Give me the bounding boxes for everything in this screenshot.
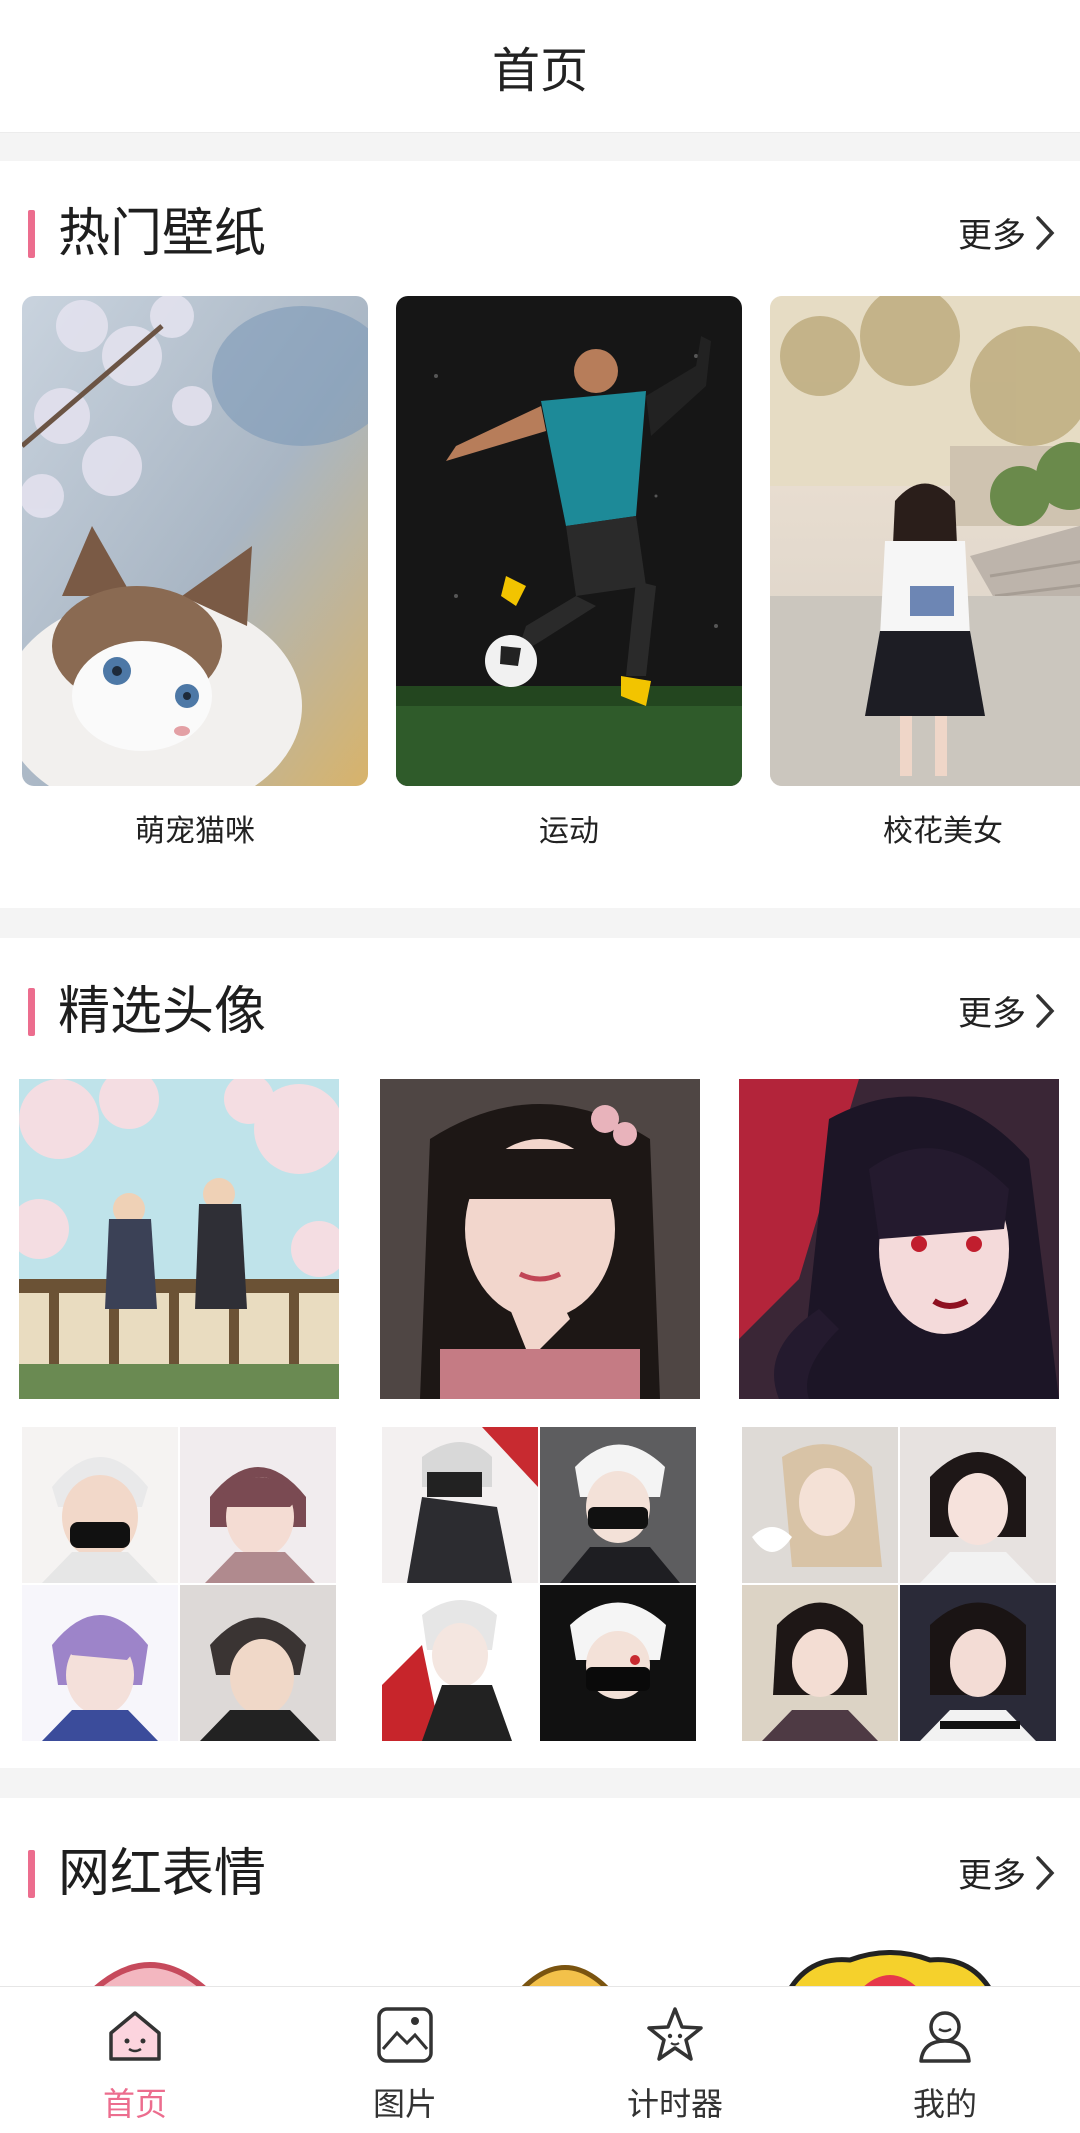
top-bar: 首页	[0, 0, 1080, 133]
nav-tab-images[interactable]: 图片	[270, 1987, 540, 2133]
more-button[interactable]: 更多	[958, 986, 1056, 1035]
nav-label: 我的	[912, 2085, 977, 2123]
avatar-tile[interactable]	[19, 1079, 339, 1399]
more-label: 更多	[958, 994, 1026, 1034]
wallpaper-image-cat	[22, 296, 368, 786]
section-divider	[0, 908, 1080, 938]
section-accent-bar	[28, 1850, 35, 1898]
section-header-avatars: 精选头像 更多	[0, 968, 1080, 1058]
wallpaper-caption: 校花美女	[883, 814, 1003, 849]
more-button[interactable]: 更多	[958, 1848, 1056, 1897]
wallpaper-image-sports	[396, 296, 742, 786]
image-icon	[377, 2007, 433, 2063]
section-title: 精选头像	[58, 982, 267, 1042]
more-label: 更多	[958, 216, 1026, 256]
section-title: 热门壁纸	[58, 204, 267, 264]
avatar-tile[interactable]	[382, 1427, 702, 1747]
more-button[interactable]: 更多	[958, 208, 1056, 257]
chevron-right-icon	[1036, 1855, 1055, 1890]
wallpaper-card[interactable]: 萌宠猫咪	[22, 296, 368, 850]
more-label: 更多	[958, 1856, 1026, 1896]
wallpaper-caption: 萌宠猫咪	[135, 814, 255, 849]
wallpaper-image-girl	[770, 296, 1080, 786]
section-header-stickers: 网红表情 更多	[0, 1830, 1080, 1920]
wallpaper-caption: 运动	[539, 814, 599, 849]
avatar-tile[interactable]	[380, 1079, 700, 1399]
section-divider	[0, 1768, 1080, 1798]
star-timer-icon	[647, 2007, 703, 2061]
nav-label: 首页	[102, 2085, 167, 2123]
section-header-wallpapers: 热门壁纸 更多	[0, 190, 1080, 280]
wallpaper-card[interactable]: 运动	[396, 296, 742, 850]
nav-label: 图片	[372, 2085, 437, 2123]
nav-tab-home[interactable]: 首页	[0, 1987, 270, 2133]
avatar-tile[interactable]	[739, 1079, 1059, 1399]
chevron-right-icon	[1036, 993, 1055, 1028]
avatar-tile[interactable]	[742, 1427, 1062, 1747]
user-icon	[919, 2011, 971, 2063]
nav-tab-profile[interactable]: 我的	[810, 1987, 1080, 2133]
home-icon	[109, 2011, 161, 2061]
section-accent-bar	[28, 210, 35, 258]
page-title: 首页	[491, 43, 588, 99]
nav-tab-timer[interactable]: 计时器	[540, 1987, 810, 2133]
chevron-right-icon	[1036, 215, 1055, 250]
section-accent-bar	[28, 988, 35, 1036]
avatar-tile[interactable]	[22, 1427, 342, 1747]
section-divider	[0, 133, 1080, 161]
wallpaper-card[interactable]: 校花美女	[770, 296, 1080, 850]
nav-label: 计时器	[626, 2085, 723, 2123]
bottom-navigation: 首页 图片 计时器 我的	[0, 1986, 1080, 2133]
section-title: 网红表情	[58, 1844, 267, 1904]
